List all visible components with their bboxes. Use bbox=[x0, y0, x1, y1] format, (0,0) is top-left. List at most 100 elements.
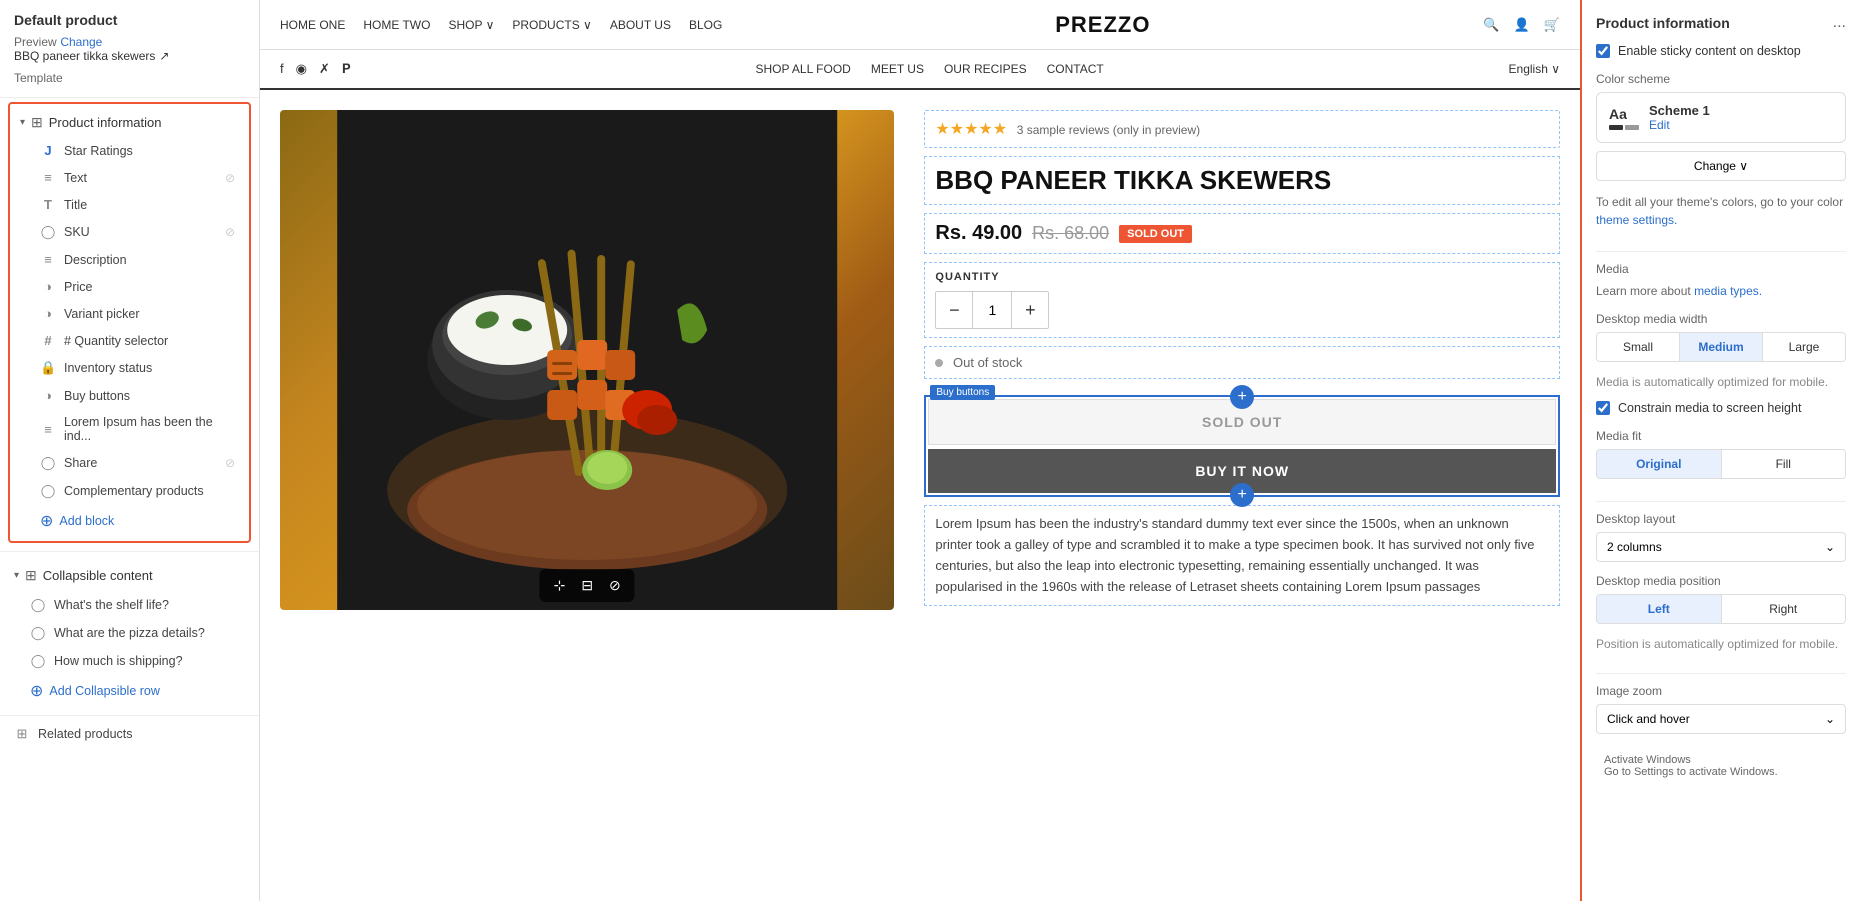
nav-products[interactable]: PRODUCTS ∨ bbox=[512, 18, 591, 32]
scheme-info: Scheme 1 Edit bbox=[1649, 103, 1710, 132]
shipping-icon: ◯ bbox=[30, 653, 46, 669]
add-below-button[interactable]: + bbox=[1230, 483, 1254, 507]
sidebar-item-star-ratings[interactable]: J Star Ratings bbox=[10, 137, 249, 164]
width-small-button[interactable]: Small bbox=[1597, 333, 1680, 361]
scheme-edit-link[interactable]: Edit bbox=[1649, 118, 1710, 132]
more-options-button[interactable]: ... bbox=[1833, 14, 1846, 32]
quantity-section: QUANTITY − 1 + bbox=[924, 262, 1560, 338]
divider-1 bbox=[1596, 251, 1846, 252]
pinterest-icon[interactable]: 𝐏 bbox=[342, 61, 351, 77]
sidebar-item-shipping[interactable]: ◯ How much is shipping? bbox=[0, 647, 259, 675]
account-icon[interactable]: 👤 bbox=[1514, 17, 1530, 33]
left-sidebar: Default product Preview Change BBQ panee… bbox=[0, 0, 260, 901]
share-label: Share bbox=[64, 456, 217, 470]
buy-buttons-section-label: Buy buttons bbox=[930, 385, 995, 400]
language-selector[interactable]: English ∨ bbox=[1509, 62, 1560, 76]
sticky-content-checkbox[interactable] bbox=[1596, 44, 1610, 58]
position-right-button[interactable]: Right bbox=[1722, 595, 1846, 623]
preview-value: BBQ paneer tikka skewers ↗ bbox=[14, 49, 245, 63]
cart-icon[interactable]: 🛒 bbox=[1544, 17, 1560, 33]
related-products-icon: ⊞ bbox=[14, 726, 30, 742]
zoom-chevron-icon: ⌄ bbox=[1825, 712, 1835, 726]
sidebar-item-pizza-details[interactable]: ◯ What are the pizza details? bbox=[0, 619, 259, 647]
desktop-media-position-label: Desktop media position bbox=[1596, 574, 1846, 588]
change-scheme-button[interactable]: Change ∨ bbox=[1596, 151, 1846, 181]
add-block-button[interactable]: ⊕ Add block bbox=[10, 505, 249, 537]
sidebar-item-complementary[interactable]: ◯ Complementary products bbox=[10, 477, 249, 505]
desktop-width-label: Desktop media width bbox=[1596, 312, 1846, 326]
sidebar-item-title[interactable]: T Title bbox=[10, 191, 249, 218]
sidebar-item-sku[interactable]: ◯ SKU ⊘ bbox=[10, 218, 249, 246]
sidebar-item-variant-picker[interactable]: ◑ Variant picker bbox=[10, 300, 249, 327]
nav-shop[interactable]: SHOP ∨ bbox=[448, 18, 494, 32]
media-types-link[interactable]: media types. bbox=[1694, 284, 1762, 298]
quantity-increase-button[interactable]: + bbox=[1012, 292, 1048, 328]
nav-icons: 🔍 👤 🛒 bbox=[1483, 17, 1560, 33]
media-auto-text: Media is automatically optimized for mob… bbox=[1596, 374, 1846, 391]
constrain-media-checkbox[interactable] bbox=[1596, 401, 1610, 415]
facebook-icon[interactable]: f bbox=[280, 61, 284, 77]
preview-label: Preview bbox=[14, 35, 57, 49]
sidebar-item-quantity-selector[interactable]: # # Quantity selector bbox=[10, 327, 249, 354]
preview-change-link[interactable]: Change bbox=[60, 35, 102, 49]
text-icon: ≡ bbox=[40, 170, 56, 185]
instagram-icon[interactable]: ◉ bbox=[296, 61, 307, 77]
sidebar-item-lorem[interactable]: ≡ Lorem Ipsum has been the ind... bbox=[10, 409, 249, 449]
complementary-icon: ◯ bbox=[40, 483, 56, 499]
collapsible-label: Collapsible content bbox=[43, 568, 153, 583]
fit-fill-button[interactable]: Fill bbox=[1722, 450, 1846, 478]
buy-buttons-section: Buy buttons + SOLD OUT BUY IT NOW + bbox=[924, 395, 1560, 497]
image-zoom-dropdown[interactable]: Click and hover ⌄ bbox=[1596, 704, 1846, 734]
sku-eye-icon[interactable]: ⊘ bbox=[225, 225, 235, 239]
width-medium-button[interactable]: Medium bbox=[1680, 333, 1763, 361]
theme-settings-link[interactable]: theme settings. bbox=[1596, 213, 1677, 227]
section-label: Product information bbox=[49, 115, 162, 130]
image-move-icon[interactable]: ⊹ bbox=[550, 575, 570, 596]
sidebar-item-text[interactable]: ≡ Text ⊘ bbox=[10, 164, 249, 191]
product-information-header[interactable]: ▾ ⊞ Product information bbox=[10, 108, 249, 137]
image-hide-icon[interactable]: ⊘ bbox=[605, 575, 625, 596]
secondary-nav: f ◉ ✗ 𝐏 SHOP ALL FOOD MEET US OUR RECIPE… bbox=[260, 50, 1580, 90]
variant-picker-label: Variant picker bbox=[64, 307, 235, 321]
sidebar-item-shelf-life[interactable]: ◯ What's the shelf life? bbox=[0, 591, 259, 619]
collapsible-content-header[interactable]: ▾ ⊞ Collapsible content bbox=[0, 560, 259, 591]
desktop-layout-dropdown[interactable]: 2 columns ⌄ bbox=[1596, 532, 1846, 562]
add-above-button[interactable]: + bbox=[1230, 385, 1254, 409]
position-left-button[interactable]: Left bbox=[1597, 595, 1722, 623]
quantity-label: QUANTITY bbox=[935, 271, 1549, 283]
nav-blog[interactable]: BLOG bbox=[689, 18, 722, 32]
twitter-icon[interactable]: ✗ bbox=[319, 61, 330, 77]
sidebar-item-inventory-status[interactable]: 🔒 Inventory status bbox=[10, 354, 249, 382]
divider-2 bbox=[1596, 501, 1846, 502]
inventory-status-label: Inventory status bbox=[64, 361, 235, 375]
search-icon[interactable]: 🔍 bbox=[1483, 17, 1499, 33]
section-chevron: ▾ bbox=[20, 117, 25, 128]
quantity-decrease-button[interactable]: − bbox=[936, 292, 972, 328]
nav-our-recipes[interactable]: OUR RECIPES bbox=[944, 62, 1027, 76]
nav-home-one[interactable]: HOME ONE bbox=[280, 18, 345, 32]
price-original: Rs. 68.00 bbox=[1032, 223, 1109, 244]
nav-about-us[interactable]: ABOUT US bbox=[610, 18, 671, 32]
image-layout-icon[interactable]: ⊟ bbox=[577, 575, 597, 596]
fit-original-button[interactable]: Original bbox=[1597, 450, 1722, 478]
social-icons: f ◉ ✗ 𝐏 bbox=[280, 61, 351, 77]
sidebar-item-price[interactable]: ◑ Price bbox=[10, 273, 249, 300]
share-eye-icon[interactable]: ⊘ bbox=[225, 456, 235, 470]
nav-contact[interactable]: CONTACT bbox=[1047, 62, 1104, 76]
add-collapsible-row-button[interactable]: ⊕ Add Collapsible row bbox=[0, 675, 259, 707]
sidebar-item-description[interactable]: ≡ Description bbox=[10, 246, 249, 273]
desktop-layout-label: Desktop layout bbox=[1596, 512, 1846, 526]
width-large-button[interactable]: Large bbox=[1763, 333, 1845, 361]
media-fit-label: Media fit bbox=[1596, 429, 1846, 443]
position-auto-text: Position is automatically optimized for … bbox=[1596, 636, 1846, 653]
description-label: Description bbox=[64, 253, 235, 267]
quantity-control: − 1 + bbox=[935, 291, 1049, 329]
nav-home-two[interactable]: HOME TWO bbox=[363, 18, 430, 32]
sidebar-item-share[interactable]: ◯ Share ⊘ bbox=[10, 449, 249, 477]
nav-shop-all-food[interactable]: SHOP ALL FOOD bbox=[755, 62, 850, 76]
sidebar-item-buy-buttons[interactable]: ◑ Buy buttons bbox=[10, 382, 249, 409]
text-eye-icon[interactable]: ⊘ bbox=[225, 171, 235, 185]
nav-meet-us[interactable]: MEET US bbox=[871, 62, 924, 76]
shelf-life-label: What's the shelf life? bbox=[54, 598, 245, 612]
sidebar-item-related-products[interactable]: ⊞ Related products bbox=[0, 720, 259, 748]
